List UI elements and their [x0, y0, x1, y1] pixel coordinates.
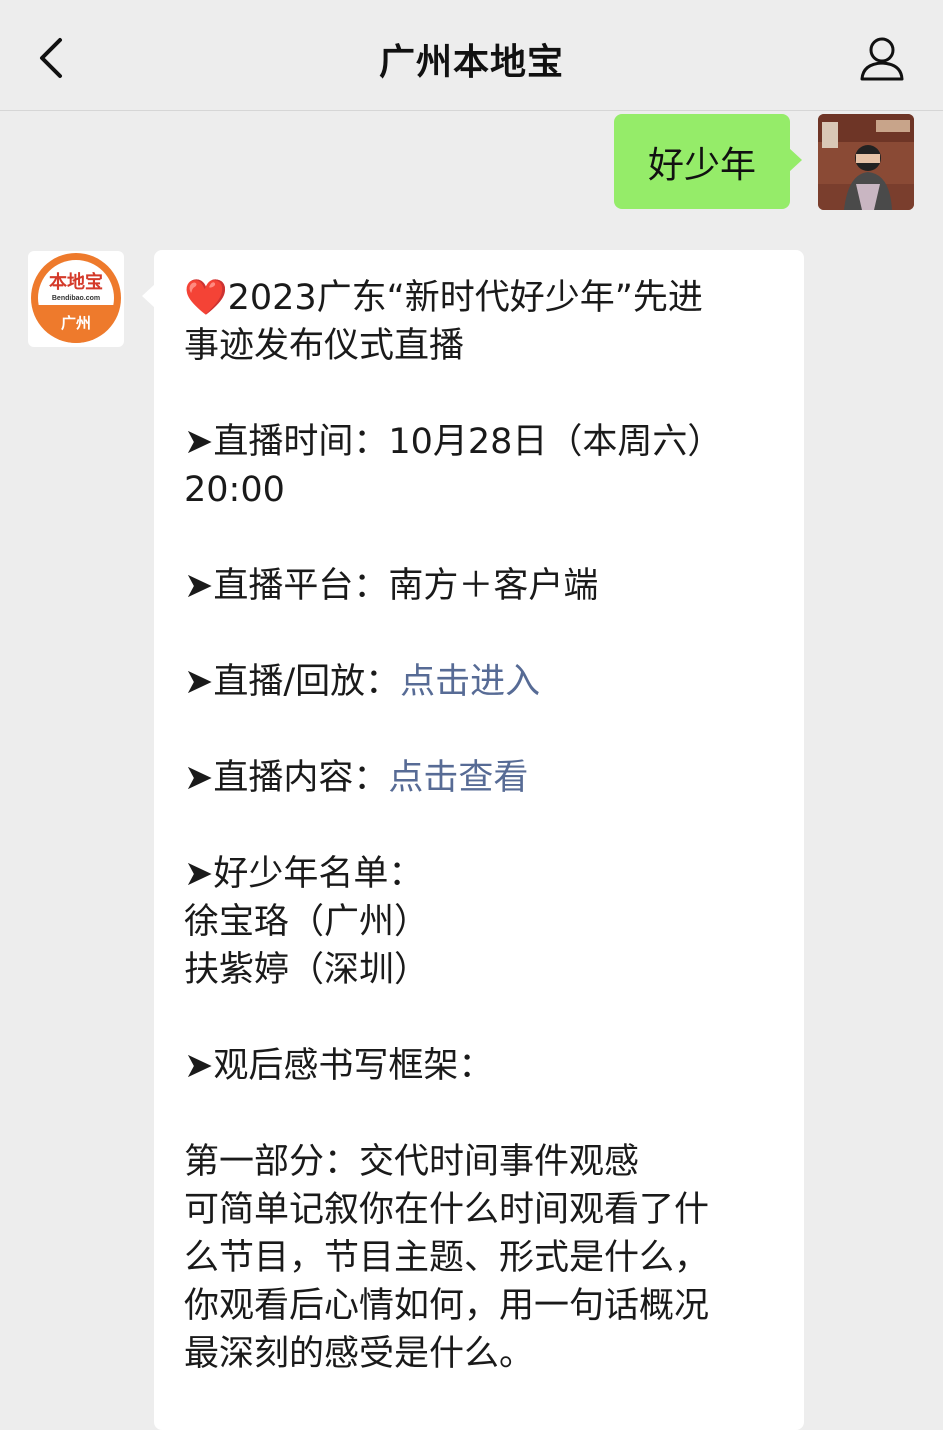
- message-title: ❤️2023广东“新时代好少年”先进: [184, 278, 703, 318]
- top-navigation-bar: 广州本地宝: [0, 0, 943, 111]
- replay-link[interactable]: 点击进入: [400, 662, 540, 702]
- youth-list-item: 徐宝珞（广州）: [184, 902, 430, 942]
- my-avatar[interactable]: [818, 114, 914, 210]
- live-replay-row: ➤直播/回放：点击进入: [184, 662, 541, 702]
- part1-line: 可简单记叙你在什么时间观看了什: [184, 1190, 710, 1230]
- part1-title: 第一部分：交代时间事件观感: [184, 1142, 640, 1182]
- chat-title: 广州本地宝: [378, 42, 564, 83]
- part1-line: 最深刻的感受是什么。: [184, 1334, 535, 1374]
- live-time-hour: 20:00: [184, 470, 285, 510]
- profile-button[interactable]: [857, 33, 907, 83]
- incoming-message-body: ❤️2023广东“新时代好少年”先进 事迹发布仪式直播 ➤直播时间：10月28日…: [184, 274, 784, 1378]
- bendibao-logo-domain: Bendibao.com: [52, 295, 100, 302]
- incoming-message-bubble[interactable]: ❤️2023广东“新时代好少年”先进 事迹发布仪式直播 ➤直播时间：10月28日…: [142, 250, 804, 1430]
- heart-icon: ❤️: [184, 278, 228, 318]
- message-title-line-2: 事迹发布仪式直播: [184, 326, 465, 366]
- live-platform-row: ➤直播平台：南方＋客户端: [184, 566, 599, 606]
- content-link[interactable]: 点击查看: [388, 758, 528, 798]
- youth-list-item: 扶紫婷（深圳）: [184, 950, 430, 990]
- outgoing-message-text: 好少年: [647, 144, 756, 186]
- bendibao-logo-city: 广州: [61, 314, 91, 332]
- part1-line: 你观看后心情如何，用一句话概况: [184, 1286, 710, 1326]
- youth-list-label: ➤好少年名单：: [184, 854, 424, 894]
- bendibao-avatar[interactable]: 本地宝 Bendibao.com 广州: [28, 251, 124, 347]
- live-content-row: ➤直播内容：点击查看: [184, 758, 529, 798]
- person-icon: [860, 37, 904, 81]
- part1-line: 么节目，节目主题、形式是什么，: [184, 1238, 710, 1278]
- outgoing-message-bubble[interactable]: 好少年: [614, 114, 802, 209]
- bendibao-logo-text: 本地宝: [49, 271, 103, 292]
- live-time-row: ➤直播时间：10月28日（本周六）: [184, 422, 723, 462]
- framework-label: ➤观后感书写框架：: [184, 1046, 494, 1086]
